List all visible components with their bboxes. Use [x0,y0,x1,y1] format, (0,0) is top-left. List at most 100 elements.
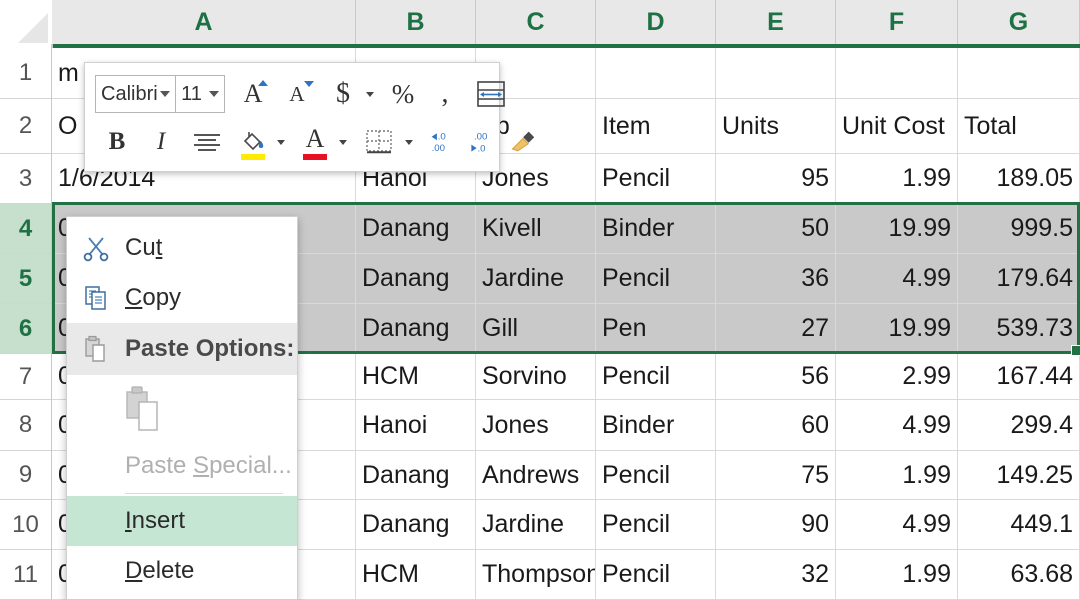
cell-D1[interactable] [596,48,716,99]
cell-F6[interactable]: 19.99 [836,304,958,354]
cell-F9[interactable]: 1.99 [836,451,958,500]
cell-F3[interactable]: 1.99 [836,154,958,204]
cell-D11[interactable]: Pencil [596,550,716,600]
row-header-5[interactable]: 5 [0,254,51,304]
row-header-8[interactable]: 8 [0,400,51,451]
font-color-dropdown[interactable] [336,122,350,162]
cell-F7[interactable]: 2.99 [836,354,958,400]
cell-C4[interactable]: Kivell [476,204,596,254]
increase-decimal-icon[interactable]: .00 .0 [467,122,495,162]
row-header-11[interactable]: 11 [0,550,51,600]
cell-C7[interactable]: Sorvino [476,354,596,400]
percent-style-icon[interactable]: % [389,74,417,114]
cell-G11[interactable]: 63.68 [958,550,1080,600]
cell-E9[interactable]: 75 [716,451,836,500]
cell-E6[interactable]: 27 [716,304,836,354]
row-header-6[interactable]: 6 [0,304,51,354]
cell-F10[interactable]: 4.99 [836,500,958,550]
cell-D4[interactable]: Binder [596,204,716,254]
cell-B11[interactable]: HCM [356,550,476,600]
mini-format-toolbar[interactable]: Calibri 11 A A $ % , B I A .0 .00 .00 .0 [84,62,535,172]
cell-E5[interactable]: 36 [716,254,836,304]
cell-B4[interactable]: Danang [356,204,476,254]
center-align-icon[interactable] [193,122,221,162]
cell-F1[interactable] [836,48,958,99]
row-header-2[interactable]: 2 [0,99,51,154]
cell-B7[interactable]: HCM [356,354,476,400]
font-size-combobox[interactable]: 11 [176,75,225,113]
cell-F2[interactable]: Unit Cost [836,99,958,154]
fill-color-icon[interactable] [239,122,267,162]
cell-D6[interactable]: Pen [596,304,716,354]
cell-E4[interactable]: 50 [716,204,836,254]
context-menu-item-insert[interactable]: Insert [67,496,297,546]
row-header-1[interactable]: 1 [0,48,51,99]
context-menu-item-copy[interactable]: Copy [67,273,297,323]
chevron-down-icon[interactable] [209,91,219,97]
cell-E7[interactable]: 56 [716,354,836,400]
cell-B8[interactable]: Hanoi [356,400,476,451]
cell-B6[interactable]: Danang [356,304,476,354]
cell-C11[interactable]: Thompson [476,550,596,600]
cell-E10[interactable]: 90 [716,500,836,550]
row-header-4[interactable]: 4 [0,204,51,254]
select-all-button[interactable] [0,0,52,47]
bold-icon[interactable]: B [103,122,131,162]
format-painter-icon[interactable] [509,122,537,162]
cell-C10[interactable]: Jardine [476,500,596,550]
borders-icon[interactable] [365,122,393,162]
column-header-e[interactable]: E [716,0,836,44]
context-menu-item-delete[interactable]: Delete [67,546,297,596]
font-name-combobox[interactable]: Calibri [95,75,177,113]
cell-G2[interactable]: Total [958,99,1080,154]
italic-icon[interactable]: I [147,122,175,162]
cell-D10[interactable]: Pencil [596,500,716,550]
column-header-c[interactable]: C [476,0,596,44]
cell-G1[interactable] [958,48,1080,99]
row-header-9[interactable]: 9 [0,451,51,500]
row-header-7[interactable]: 7 [0,354,51,400]
cell-G5[interactable]: 179.64 [958,254,1080,304]
context-menu-item-cut[interactable]: Cut [67,223,297,273]
column-header-a[interactable]: A [52,0,356,44]
cell-F11[interactable]: 1.99 [836,550,958,600]
comma-style-icon[interactable]: , [431,74,459,114]
cell-G3[interactable]: 189.05 [958,154,1080,204]
column-header-d[interactable]: D [596,0,716,44]
row-header-10[interactable]: 10 [0,500,51,550]
column-header-f[interactable]: F [836,0,958,44]
borders-dropdown[interactable] [402,122,416,162]
shrink-font-icon[interactable]: A [283,74,314,114]
context-menu-item-paste-special[interactable]: Paste Special... [67,441,297,491]
cell-context-menu[interactable]: Cut Copy Paste Options: Paste Special...… [66,216,298,600]
column-header-b[interactable]: B [356,0,476,44]
cell-C9[interactable]: Andrews [476,451,596,500]
cell-B9[interactable]: Danang [356,451,476,500]
accounting-format-dropdown[interactable] [363,74,377,114]
cell-E2[interactable]: Units [716,99,836,154]
cell-D2[interactable]: Item [596,99,716,154]
cell-C8[interactable]: Jones [476,400,596,451]
cell-G10[interactable]: 449.1 [958,500,1080,550]
cell-G6[interactable]: 539.73 [958,304,1080,354]
cell-G4[interactable]: 999.5 [958,204,1080,254]
cell-D3[interactable]: Pencil [596,154,716,204]
cell-G7[interactable]: 167.44 [958,354,1080,400]
cell-C5[interactable]: Jardine [476,254,596,304]
context-menu-item-paste-keep-source[interactable] [67,375,297,441]
merge-and-center-icon[interactable] [477,74,505,114]
cell-B5[interactable]: Danang [356,254,476,304]
cell-D5[interactable]: Pencil [596,254,716,304]
row-header-3[interactable]: 3 [0,154,51,204]
fill-color-dropdown[interactable] [274,122,288,162]
cell-F5[interactable]: 4.99 [836,254,958,304]
cell-B10[interactable]: Danang [356,500,476,550]
cell-F4[interactable]: 19.99 [836,204,958,254]
cell-G9[interactable]: 149.25 [958,451,1080,500]
column-header-g[interactable]: G [958,0,1080,44]
cell-E3[interactable]: 95 [716,154,836,204]
cell-C6[interactable]: Gill [476,304,596,354]
decrease-decimal-icon[interactable]: .0 .00 [429,122,457,162]
cell-E11[interactable]: 32 [716,550,836,600]
cell-D9[interactable]: Pencil [596,451,716,500]
